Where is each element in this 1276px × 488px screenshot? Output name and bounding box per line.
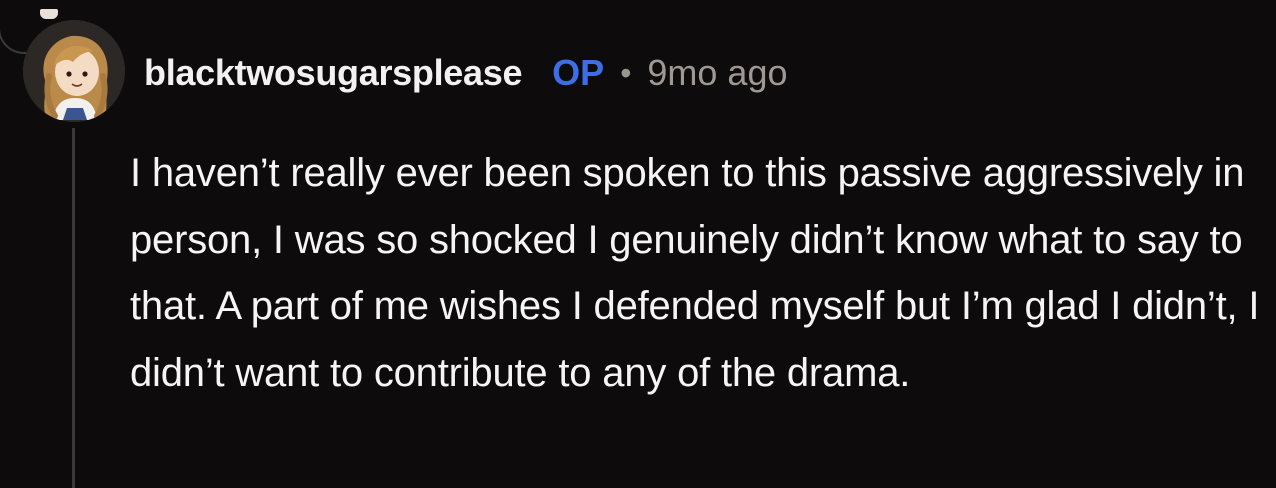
- comment-timestamp[interactable]: 9mo ago: [647, 52, 787, 94]
- parent-avatar-edge: [40, 9, 58, 19]
- author-username[interactable]: blacktwosugarsplease: [144, 52, 522, 94]
- user-avatar-icon[interactable]: [23, 20, 125, 122]
- meta-separator: •: [620, 54, 632, 91]
- op-badge: OP: [552, 52, 605, 93]
- thread-line[interactable]: [72, 128, 75, 488]
- comment-body: I haven’t really ever been spoken to thi…: [130, 151, 1260, 395]
- comment-header: blacktwosugarsplease OP • 9mo ago: [144, 50, 788, 96]
